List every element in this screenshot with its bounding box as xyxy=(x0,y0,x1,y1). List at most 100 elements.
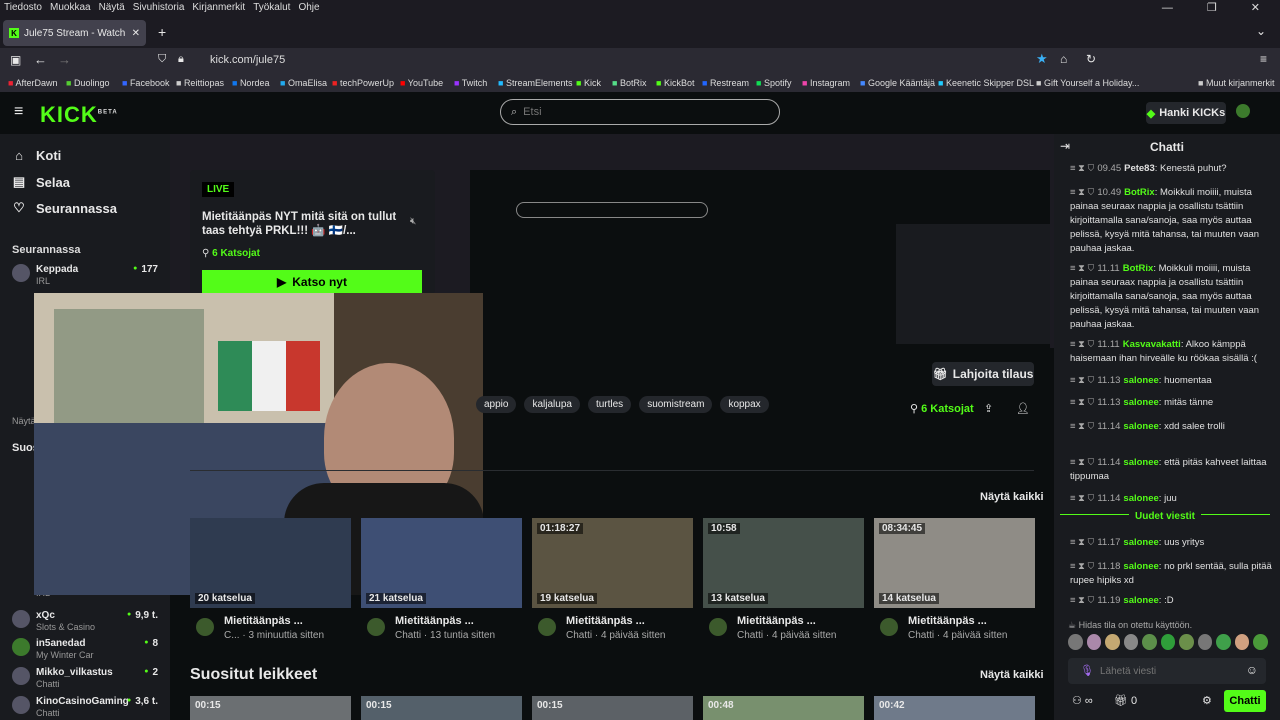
settings-gear-icon[interactable]: ⚙ xyxy=(1202,694,1212,707)
show-all-videos-link[interactable]: Näytä kaikki xyxy=(980,491,1044,503)
mod-actions-icon[interactable]: ≡ ⧗ ⛉ xyxy=(1070,493,1094,504)
bookmark-item[interactable]: ■ Spotify xyxy=(756,78,791,88)
emote[interactable] xyxy=(1253,634,1269,650)
new-tab-icon[interactable]: + xyxy=(158,24,166,40)
menu-item[interactable]: Sivuhistoria xyxy=(133,2,185,13)
chat-username[interactable]: BotRix xyxy=(1124,187,1155,198)
clip-card[interactable]: 00:15 xyxy=(190,696,351,720)
follow-user-icon[interactable]: 👤︎ xyxy=(1016,402,1030,415)
tag[interactable]: turtles xyxy=(587,396,632,413)
mute-icon[interactable]: 🔇︎ xyxy=(410,216,416,227)
mod-actions-icon[interactable]: ≡ ⧗ ⛉ xyxy=(1070,537,1094,548)
chat-username[interactable]: Pete83 xyxy=(1124,163,1155,174)
emote[interactable] xyxy=(1142,634,1157,650)
app-menu-icon[interactable]: ≡ xyxy=(1260,52,1267,66)
mod-actions-icon[interactable]: ≡ ⧗ ⛉ xyxy=(1070,187,1094,198)
video-card[interactable]: 20 katselua Mietitäänpäs ... C... · 3 mi… xyxy=(190,518,351,641)
tag[interactable]: koppax xyxy=(720,396,769,413)
minimize-icon[interactable]: — xyxy=(1162,2,1173,14)
menu-item[interactable]: Kirjanmerkit xyxy=(192,2,245,13)
maximize-icon[interactable]: ❐ xyxy=(1207,2,1217,14)
bookmark-item[interactable]: ■ Twitch xyxy=(454,78,487,88)
mic-icon[interactable]: 🎙︎ xyxy=(1080,664,1094,677)
mod-actions-icon[interactable]: ≡ ⧗ ⛉ xyxy=(1070,339,1094,350)
chat-username[interactable]: BotRix xyxy=(1123,263,1154,274)
home-icon[interactable]: ⌂ xyxy=(1060,52,1067,66)
nav-home[interactable]: ⌂ Koti xyxy=(12,148,61,163)
nav-browse[interactable]: ▤ Selaa xyxy=(12,174,70,190)
get-kicks-button[interactable]: ◆ Hanki KICKs xyxy=(1146,102,1226,124)
bookmark-star-icon[interactable]: ★ xyxy=(1036,51,1048,67)
emote[interactable] xyxy=(1068,634,1083,650)
bookmark-item[interactable]: ■ Restream xyxy=(702,78,749,88)
tab-close-icon[interactable]: ✕ xyxy=(132,28,140,39)
bookmark-item[interactable]: ■ Reittiopas xyxy=(176,78,224,88)
mod-actions-icon[interactable]: ≡ ⧗ ⛉ xyxy=(1070,421,1094,432)
forward-icon[interactable]: → xyxy=(58,52,71,67)
bookmark-item[interactable]: ■ Kick xyxy=(576,78,601,88)
search-input[interactable] xyxy=(523,106,764,118)
bookmark-item[interactable]: ■ OmaElisa xyxy=(280,78,327,88)
emote[interactable] xyxy=(1179,634,1194,650)
chat-username[interactable]: salonee xyxy=(1123,397,1158,408)
bookmark-item[interactable]: ■ StreamElements xyxy=(498,78,572,88)
chat-username[interactable]: salonee xyxy=(1123,561,1158,572)
chat-username[interactable]: Kasvavakatti xyxy=(1123,339,1181,350)
show-all-clips-link[interactable]: Näytä kaikki xyxy=(980,669,1044,681)
bookmark-item[interactable]: ■ BotRix xyxy=(612,78,646,88)
clip-card[interactable]: 00:15 xyxy=(532,696,693,720)
lock-icon[interactable]: 🔒︎ xyxy=(178,53,184,66)
sidebar-toggle-icon[interactable]: ▣ xyxy=(10,53,21,67)
mod-actions-icon[interactable]: ≡ ⧗ ⛉ xyxy=(1070,457,1094,468)
chat-input[interactable] xyxy=(1100,665,1250,677)
video-card[interactable]: 08:34:45 14 katselua Mietitäänpäs ... Cha… xyxy=(874,518,1035,641)
mod-actions-icon[interactable]: ≡ ⧗ ⛉ xyxy=(1070,263,1094,274)
menu-item[interactable]: Työkalut xyxy=(253,2,290,13)
bookmark-item[interactable]: ■ KickBot xyxy=(656,78,694,88)
chat-username[interactable]: salonee xyxy=(1123,375,1158,386)
mod-actions-icon[interactable]: ≡ ⧗ ⛉ xyxy=(1070,397,1094,408)
mod-actions-icon[interactable]: ≡ ⧗ ⛉ xyxy=(1070,561,1094,572)
mod-actions-icon[interactable]: ≡ ⧗ ⛉ xyxy=(1070,595,1094,606)
search-bar[interactable]: ⌕ xyxy=(500,99,780,125)
browser-tab[interactable]: K Jule75 Stream - Watch Live on K ✕ xyxy=(3,20,146,46)
shield-icon[interactable]: ⛉ xyxy=(158,53,166,66)
gift-sub-button[interactable]: 🎁︎ Lahjoita tilaus xyxy=(932,362,1034,386)
bookmark-item[interactable]: ■ Facebook xyxy=(122,78,169,88)
back-icon[interactable]: ← xyxy=(34,52,47,67)
menu-item[interactable]: Muokkaa xyxy=(50,2,91,13)
chat-username[interactable]: salonee xyxy=(1123,595,1158,606)
mod-actions-icon[interactable]: ≡ ⧗ ⛉ xyxy=(1070,163,1094,174)
video-card[interactable]: 10:58 13 katselua Mietitäänpäs ... Chatti… xyxy=(703,518,864,641)
nav-following[interactable]: ♡ Seurannassa xyxy=(12,200,117,216)
bookmark-item[interactable]: ■ techPowerUp xyxy=(332,78,394,88)
chat-input-box[interactable]: 🎙︎ ☺ xyxy=(1068,658,1266,684)
infinity-icon[interactable]: ⚇ ∞ xyxy=(1072,694,1093,707)
tag[interactable]: appio xyxy=(476,396,517,413)
bookmark-item[interactable]: ■ Nordea xyxy=(232,78,269,88)
reload-icon[interactable]: ↻ xyxy=(1086,52,1096,66)
user-avatar[interactable] xyxy=(1236,104,1250,118)
emote[interactable] xyxy=(1105,634,1120,650)
emote[interactable] xyxy=(1123,634,1139,650)
emote[interactable] xyxy=(1216,634,1231,650)
chat-username[interactable]: salonee xyxy=(1123,457,1158,468)
chat-username[interactable]: salonee xyxy=(1123,421,1158,432)
emote[interactable] xyxy=(1234,634,1250,650)
bookmark-item[interactable]: ■ Instagram xyxy=(802,78,850,88)
bookmark-item[interactable]: ■ Keenetic Skipper DSL xyxy=(938,78,1034,88)
bookmark-item[interactable]: ■ YouTube xyxy=(400,78,443,88)
hamburger-menu-icon[interactable]: ≡ xyxy=(14,103,23,121)
mod-actions-icon[interactable]: ≡ ⧗ ⛉ xyxy=(1070,375,1094,386)
emote[interactable] xyxy=(1197,634,1213,650)
close-icon[interactable]: ✕ xyxy=(1251,2,1260,14)
bookmark-item[interactable]: ■ Muut kirjanmerkit xyxy=(1198,78,1274,88)
video-card[interactable]: 21 katselua Mietitäänpäs ... Chatti · 13… xyxy=(361,518,522,641)
clip-card[interactable]: 00:42 xyxy=(874,696,1035,720)
bookmark-item[interactable]: ■ Google Kääntäjä xyxy=(860,78,935,88)
watch-now-button[interactable]: ▶ Katso nyt xyxy=(202,270,422,294)
clip-card[interactable]: 00:48 xyxy=(703,696,864,720)
emoji-icon[interactable]: ☺ xyxy=(1246,663,1258,677)
show-more-link[interactable]: Näytä xyxy=(12,416,36,426)
chat-username[interactable]: salonee xyxy=(1123,537,1158,548)
